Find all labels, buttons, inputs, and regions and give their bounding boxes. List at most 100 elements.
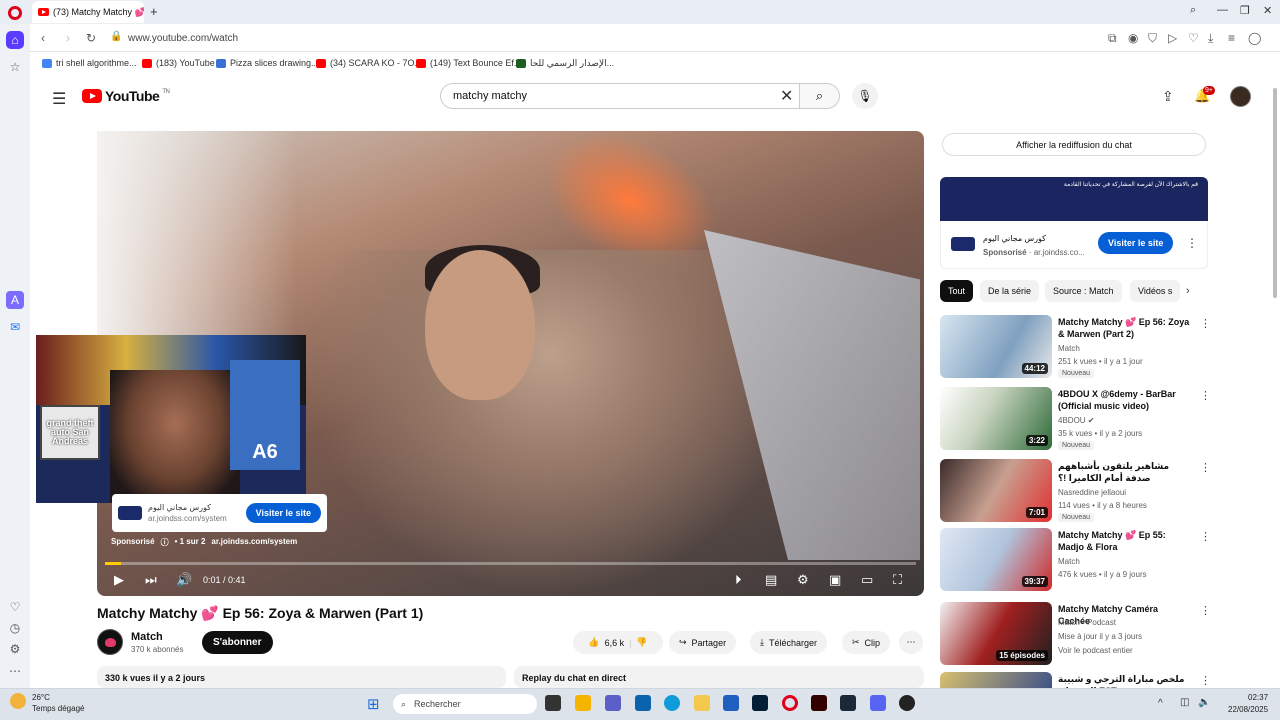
ad-visit-button[interactable]: Visiter le site: [245, 503, 321, 523]
create-icon[interactable]: ⇪: [1162, 88, 1174, 105]
speed-dial-icon[interactable]: ☆: [6, 58, 24, 76]
network-icon[interactable]: ◫: [1180, 697, 1189, 708]
forward-icon[interactable]: ›: [66, 31, 70, 45]
minimize-icon[interactable]: —: [1217, 4, 1228, 16]
download-icon[interactable]: ⤓: [1208, 31, 1213, 46]
more-vertical-icon[interactable]: ⋮: [1200, 604, 1211, 617]
history-icon[interactable]: ◷: [6, 619, 24, 637]
temperature[interactable]: 26°C: [32, 693, 50, 702]
favorites-icon[interactable]: ♡: [6, 598, 24, 616]
menu-icon[interactable]: ≡: [1228, 31, 1235, 45]
reload-icon[interactable]: ↻: [86, 31, 96, 45]
widgets-icon[interactable]: [575, 695, 591, 711]
settings-gear-icon[interactable]: ⚙: [797, 572, 809, 588]
recommendation-thumbnail[interactable]: 39:37: [940, 528, 1052, 591]
chip-videos[interactable]: Vidéos s: [1130, 280, 1180, 302]
heart-icon[interactable]: ♡: [1188, 31, 1199, 45]
more-actions-button[interactable]: ⋯: [899, 631, 923, 654]
fullscreen-icon[interactable]: ⛶: [893, 572, 902, 588]
recommendation-item[interactable]: 3:22 4BDOU X @6demy - BarBar (Official m…: [940, 387, 1211, 453]
channel-name[interactable]: Match: [131, 631, 163, 643]
more-vertical-icon[interactable]: ⋮: [1200, 530, 1211, 543]
more-icon[interactable]: ⋯: [6, 662, 24, 680]
steam-icon[interactable]: [840, 695, 856, 711]
progress-bar[interactable]: [105, 562, 916, 565]
recommendation-thumbnail[interactable]: 7:01: [940, 459, 1052, 522]
recommendation-item[interactable]: 44:12 Matchy Matchy 💕 Ep 56: Zoya & Marw…: [940, 315, 1211, 381]
weather-condition[interactable]: Temps dégagé: [32, 704, 84, 713]
recommendation-item[interactable]: 39:37 Matchy Matchy 💕 Ep 55: Madjo & Flo…: [940, 528, 1211, 594]
more-vertical-icon[interactable]: ⋮: [1200, 317, 1211, 330]
chevron-right-icon[interactable]: ›: [1186, 285, 1190, 297]
recommendation-item[interactable]: 15 épisodes Matchy Matchy Caméra Cachée …: [940, 602, 1211, 668]
subtitles-icon[interactable]: ▤: [765, 572, 777, 588]
info-icon[interactable]: ⓘ: [161, 537, 169, 548]
volume-icon[interactable]: 🔊: [176, 572, 192, 588]
messenger-icon[interactable]: ✉: [6, 318, 24, 336]
bookmark-item[interactable]: (34) SCARA KO - 7O...: [316, 58, 422, 68]
settings-icon[interactable]: ⚙: [6, 640, 24, 658]
discord-icon[interactable]: [870, 695, 886, 711]
podcast-thumbnail[interactable]: 15 épisodes: [940, 602, 1052, 665]
bookmark-item[interactable]: Pizza slices drawing...: [216, 58, 319, 68]
teams-icon[interactable]: [605, 695, 621, 711]
recommendation-thumbnail[interactable]: 3:22: [940, 387, 1052, 450]
chip-all[interactable]: Tout: [940, 280, 974, 302]
autoplay-toggle-icon[interactable]: ⏵: [735, 572, 742, 588]
search-tabs-icon[interactable]: ⌕: [1190, 4, 1196, 17]
recommendation-item[interactable]: ملخص مباراة الترجي و شبيبة القيروان EST …: [940, 672, 1210, 688]
subscribe-button[interactable]: S'abonner: [202, 631, 273, 654]
account-avatar[interactable]: [1230, 86, 1251, 107]
clip-button[interactable]: ✂ Clip: [842, 631, 891, 654]
bookmark-item[interactable]: (149) Text Bounce Ef...: [416, 58, 521, 68]
chip-series[interactable]: De la série: [980, 280, 1040, 302]
close-window-icon[interactable]: ✕: [1263, 4, 1272, 17]
profile-icon[interactable]: ◯: [1248, 31, 1261, 45]
back-icon[interactable]: ‹: [41, 31, 45, 45]
aria-icon[interactable]: A: [6, 291, 24, 309]
edge-icon[interactable]: [664, 695, 680, 711]
chip-source[interactable]: Source : Match: [1045, 280, 1122, 302]
new-tab-icon[interactable]: +: [150, 4, 158, 19]
opera-taskbar-icon[interactable]: [782, 695, 798, 711]
ad-overlay-card[interactable]: كورس مجاني اليوم ar.joindss.com/system V…: [112, 494, 327, 532]
photoshop-icon[interactable]: [752, 695, 768, 711]
url-field[interactable]: www.youtube.com/watch: [128, 33, 238, 44]
player-icon[interactable]: ▷: [1168, 31, 1177, 45]
store-icon[interactable]: [723, 695, 739, 711]
task-view-icon[interactable]: [545, 695, 561, 711]
github-icon[interactable]: [899, 695, 915, 711]
clear-search-icon[interactable]: ✕: [780, 86, 793, 106]
mail-icon[interactable]: [635, 695, 651, 711]
bookmark-item[interactable]: الإصدار الرسمي للحا...: [516, 58, 614, 69]
search-input[interactable]: matchy matchy: [440, 83, 800, 109]
youtube-logo[interactable]: YouTube TN: [82, 88, 170, 104]
recommendation-thumbnail[interactable]: 44:12: [940, 315, 1052, 378]
file-explorer-icon[interactable]: [694, 695, 710, 711]
promo-more-icon[interactable]: ⋮: [1186, 236, 1198, 250]
ad-url[interactable]: ar.joindss.com/system: [211, 537, 297, 548]
speaker-icon[interactable]: 🔈: [1198, 697, 1210, 708]
voice-search-button[interactable]: 🎙: [852, 83, 878, 109]
bookmark-item[interactable]: (183) YouTube: [142, 58, 215, 68]
like-icon[interactable]: 👍: [588, 637, 599, 648]
page-scrollbar[interactable]: [1273, 88, 1277, 298]
guide-menu-icon[interactable]: ☰: [52, 89, 66, 109]
chat-replay-panel[interactable]: Replay du chat en direct: [514, 666, 924, 688]
home-icon[interactable]: ⌂: [6, 31, 24, 49]
promo-visit-button[interactable]: Visiter le site: [1098, 232, 1174, 254]
next-icon[interactable]: ⏭: [145, 572, 157, 588]
promo-banner[interactable]: قم بالاشتراك الآن لفرصة المشاركة في تحدي…: [940, 177, 1208, 221]
channel-avatar[interactable]: [97, 629, 123, 655]
taskbar-search[interactable]: ⌕ Rechercher: [393, 694, 537, 714]
clock-time[interactable]: 02:37: [1248, 693, 1268, 702]
tray-chevron-icon[interactable]: ^: [1158, 698, 1163, 709]
weather-icon[interactable]: [10, 693, 26, 709]
theater-mode-icon[interactable]: ▭: [861, 572, 873, 588]
recommendation-thumbnail[interactable]: [940, 672, 1052, 688]
more-vertical-icon[interactable]: ⋮: [1200, 389, 1211, 402]
maximize-icon[interactable]: ❐: [1240, 4, 1250, 17]
camera-icon[interactable]: ◉: [1128, 31, 1138, 45]
download-button[interactable]: ⤓ Télécharger: [750, 631, 828, 654]
illustrator-icon[interactable]: [811, 695, 827, 711]
